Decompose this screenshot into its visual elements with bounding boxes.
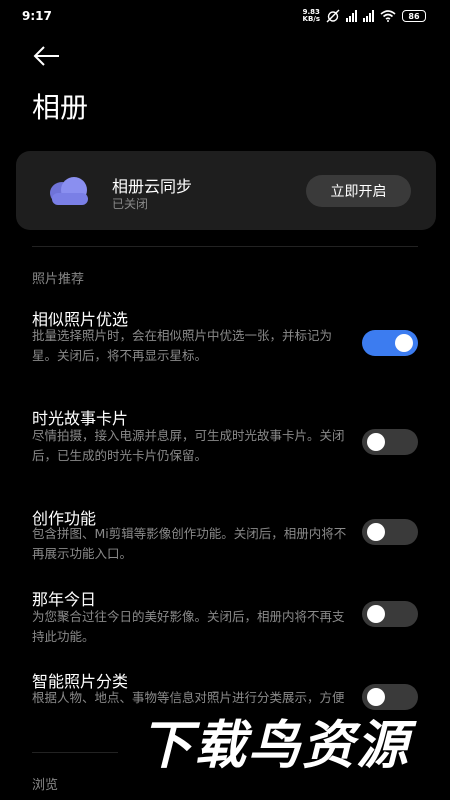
sync-status: 已关闭: [112, 197, 149, 211]
toggle-knob: [367, 523, 385, 541]
section-photo-recommend: 照片推荐: [32, 272, 85, 287]
toggle-creation[interactable]: [362, 519, 418, 545]
status-icons: 9.83 KB/s 86: [303, 8, 426, 24]
toggle-knob: [367, 605, 385, 623]
setting-desc-story-cards: 尽情拍摄，接入电源并息屏，可生成时光故事卡片。关闭后，已生成的时光卡片仍保留。: [32, 428, 345, 463]
signal-icon: [346, 10, 357, 22]
wifi-icon: [380, 10, 396, 22]
section-browse: 浏览: [32, 778, 59, 793]
alarm-off-icon: [326, 9, 340, 23]
signal-hd-icon: [363, 10, 374, 22]
status-bar: 9:17 9.83 KB/s 86: [0, 0, 450, 32]
watermark: 下载鸟资源: [118, 712, 432, 780]
watermark-text: 下载鸟资源: [139, 716, 410, 776]
toggle-knob: [395, 334, 413, 352]
page-title: 相册: [32, 91, 89, 124]
toggle-on-this-day[interactable]: [362, 601, 418, 627]
divider: [32, 246, 418, 247]
back-arrow-icon[interactable]: [32, 44, 62, 68]
toggle-knob: [367, 688, 385, 706]
toggle-knob: [367, 433, 385, 451]
toggle-similar-photos[interactable]: [362, 330, 418, 356]
setting-desc-on-this-day: 为您聚合过往今日的美好影像。关闭后，相册内将不再支持此功能。: [32, 609, 345, 644]
setting-desc-similar-photos: 批量选择照片时，会在相似照片中优选一张，并标记为星。关闭后，将不再显示星标。: [32, 328, 333, 363]
setting-desc-smart-classify: 根据人物、地点、事物等信息对照片进行分类展示，方便: [32, 690, 345, 705]
toggle-smart-classify[interactable]: [362, 684, 418, 710]
sync-title: 相册云同步: [112, 177, 193, 196]
toggle-story-cards[interactable]: [362, 429, 418, 455]
status-time: 9:17: [22, 9, 52, 23]
battery-icon: 86: [402, 10, 426, 22]
cloud-icon: [50, 177, 88, 205]
setting-desc-creation: 包含拼图、Mi剪辑等影像创作功能。关闭后，相册内将不再展示功能入口。: [32, 526, 347, 561]
enable-sync-button[interactable]: 立即开启: [306, 175, 411, 207]
net-speed: 9.83 KB/s: [302, 8, 320, 23]
